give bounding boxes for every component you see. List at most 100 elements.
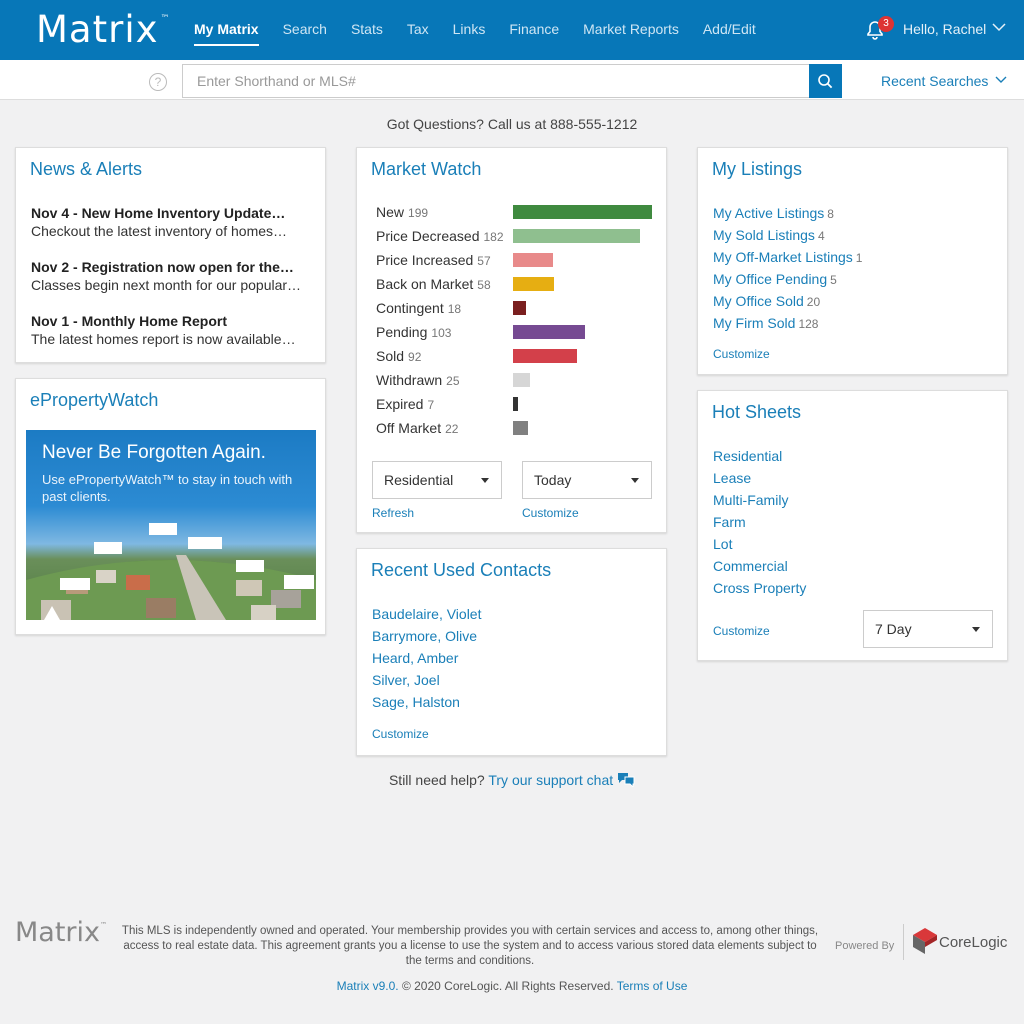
hot-sheet-link[interactable]: Multi-Family xyxy=(713,489,788,511)
copyright-text: © 2020 CoreLogic. All Rights Reserved. xyxy=(401,979,614,993)
market-watch-bar[interactable] xyxy=(513,421,528,435)
news-item[interactable]: Nov 2 - Registration now open for the… C… xyxy=(31,258,316,294)
customize-link[interactable]: Customize xyxy=(372,727,429,741)
market-watch-row[interactable]: Price Decreased 182 xyxy=(376,226,504,246)
nav-stats[interactable]: Stats xyxy=(339,0,395,60)
market-watch-label[interactable]: Expired xyxy=(376,396,423,412)
market-watch-bar[interactable] xyxy=(513,325,585,339)
listing-label[interactable]: My Off-Market Listings xyxy=(713,249,853,265)
hot-sheet-link[interactable]: Residential xyxy=(713,445,782,467)
customize-link[interactable]: Customize xyxy=(713,624,770,638)
select-value: 7 Day xyxy=(875,621,912,637)
market-watch-row[interactable]: Pending 103 xyxy=(376,322,451,342)
contact-link[interactable]: Sage, Halston xyxy=(372,691,460,713)
notification-badge[interactable]: 3 xyxy=(878,16,894,32)
search-button[interactable] xyxy=(809,64,842,98)
market-watch-bar[interactable] xyxy=(513,277,554,291)
hot-sheet-link[interactable]: Commercial xyxy=(713,555,788,577)
chat-bubbles-icon[interactable] xyxy=(617,772,635,789)
customize-link[interactable]: Customize xyxy=(713,347,770,361)
hot-sheet-link[interactable]: Farm xyxy=(713,511,746,533)
hot-sheet-period-select[interactable]: 7 Day xyxy=(863,610,993,648)
listing-link-active[interactable]: My Active Listings 8 xyxy=(713,202,834,225)
market-watch-label[interactable]: New xyxy=(376,204,404,220)
help-icon[interactable]: ? xyxy=(149,73,167,91)
market-watch-bar[interactable] xyxy=(513,229,640,243)
nav-links[interactable]: Links xyxy=(441,0,498,60)
chevron-down-icon[interactable] xyxy=(992,22,1006,32)
select-value: Residential xyxy=(384,472,454,488)
market-watch-bar[interactable] xyxy=(513,397,518,411)
time-period-select[interactable]: Today xyxy=(522,461,652,499)
nav-search[interactable]: Search xyxy=(271,0,339,60)
market-watch-bar[interactable] xyxy=(513,373,530,387)
listing-link-sold[interactable]: My Sold Listings 4 xyxy=(713,224,825,247)
listing-label[interactable]: My Active Listings xyxy=(713,205,824,221)
market-watch-row[interactable]: Off Market 22 xyxy=(376,418,458,438)
support-chat-link[interactable]: Try our support chat xyxy=(488,772,613,788)
market-watch-bar[interactable] xyxy=(513,253,553,267)
refresh-link[interactable]: Refresh xyxy=(372,506,414,520)
market-watch-label[interactable]: Price Increased xyxy=(376,252,473,268)
market-watch-count: 182 xyxy=(483,230,504,244)
listing-count: 5 xyxy=(830,273,837,287)
market-watch-bar[interactable] xyxy=(513,349,577,363)
market-watch-row[interactable]: New 199 xyxy=(376,202,428,222)
market-watch-label[interactable]: Pending xyxy=(376,324,427,340)
listing-link-office-pending[interactable]: My Office Pending 5 xyxy=(713,268,837,291)
customize-link[interactable]: Customize xyxy=(522,506,579,520)
listing-link-office-sold[interactable]: My Office Sold 20 xyxy=(713,290,820,313)
news-item[interactable]: Nov 1 - Monthly Home Report The latest h… xyxy=(31,312,316,348)
hot-sheet-link[interactable]: Lot xyxy=(713,533,732,555)
nav-market-reports[interactable]: Market Reports xyxy=(571,0,691,60)
nav-add-edit[interactable]: Add/Edit xyxy=(691,0,768,60)
nav-my-matrix[interactable]: My Matrix xyxy=(182,0,271,60)
market-watch-label[interactable]: Off Market xyxy=(376,420,441,436)
market-watch-bar[interactable] xyxy=(513,205,652,219)
version-link[interactable]: Matrix v9.0. xyxy=(337,979,399,993)
listing-label[interactable]: My Sold Listings xyxy=(713,227,815,243)
hot-sheet-link[interactable]: Cross Property xyxy=(713,577,806,599)
market-watch-row[interactable]: Contingent 18 xyxy=(376,298,461,318)
contact-link[interactable]: Baudelaire, Violet xyxy=(372,603,481,625)
market-watch-count: 18 xyxy=(447,302,462,316)
card-title: ePropertyWatch xyxy=(30,390,159,410)
news-headline[interactable]: Nov 2 - Registration now open for the… xyxy=(31,258,316,276)
listing-label[interactable]: My Office Sold xyxy=(713,293,804,309)
matrix-logo[interactable]: Matrix ™ xyxy=(36,8,171,51)
market-watch-row[interactable]: Sold 92 xyxy=(376,346,421,366)
listing-link-firm-sold[interactable]: My Firm Sold 128 xyxy=(713,312,818,335)
market-watch-label[interactable]: Sold xyxy=(376,348,404,364)
user-greeting[interactable]: Hello, Rachel xyxy=(903,21,986,37)
listing-label[interactable]: My Office Pending xyxy=(713,271,827,287)
listing-count: 8 xyxy=(827,207,834,221)
market-watch-label[interactable]: Price Decreased xyxy=(376,228,480,244)
market-watch-row[interactable]: Price Increased 57 xyxy=(376,250,491,270)
recent-searches-dropdown[interactable]: Recent Searches xyxy=(881,73,988,89)
epropertywatch-banner[interactable]: Never Be Forgotten Again. Use ePropertyW… xyxy=(26,430,316,620)
nav-tax[interactable]: Tax xyxy=(395,0,441,60)
market-watch-row[interactable]: Expired 7 xyxy=(376,394,434,414)
hot-sheet-link[interactable]: Lease xyxy=(713,467,751,489)
listing-label[interactable]: My Firm Sold xyxy=(713,315,795,331)
market-watch-bar[interactable] xyxy=(513,301,526,315)
contact-link[interactable]: Heard, Amber xyxy=(372,647,458,669)
chevron-down-icon[interactable] xyxy=(995,76,1007,84)
market-watch-label[interactable]: Contingent xyxy=(376,300,444,316)
market-watch-row[interactable]: Withdrawn 25 xyxy=(376,370,460,390)
news-headline[interactable]: Nov 4 - New Home Inventory Update… xyxy=(31,204,316,222)
news-item[interactable]: Nov 4 - New Home Inventory Update… Check… xyxy=(31,204,316,240)
shorthand-search-input[interactable] xyxy=(182,64,810,98)
market-watch-label[interactable]: Back on Market xyxy=(376,276,473,292)
nav-finance[interactable]: Finance xyxy=(497,0,571,60)
news-headline[interactable]: Nov 1 - Monthly Home Report xyxy=(31,312,316,330)
property-type-select[interactable]: Residential xyxy=(372,461,502,499)
listing-link-off-market[interactable]: My Off-Market Listings 1 xyxy=(713,246,862,269)
contact-link[interactable]: Silver, Joel xyxy=(372,669,440,691)
footer-logo-text: Matrix xyxy=(15,917,101,948)
footer-matrix-logo: Matrix™ xyxy=(15,917,107,948)
market-watch-row[interactable]: Back on Market 58 xyxy=(376,274,491,294)
contact-link[interactable]: Barrymore, Olive xyxy=(372,625,477,647)
terms-of-use-link[interactable]: Terms of Use xyxy=(617,979,688,993)
market-watch-label[interactable]: Withdrawn xyxy=(376,372,442,388)
